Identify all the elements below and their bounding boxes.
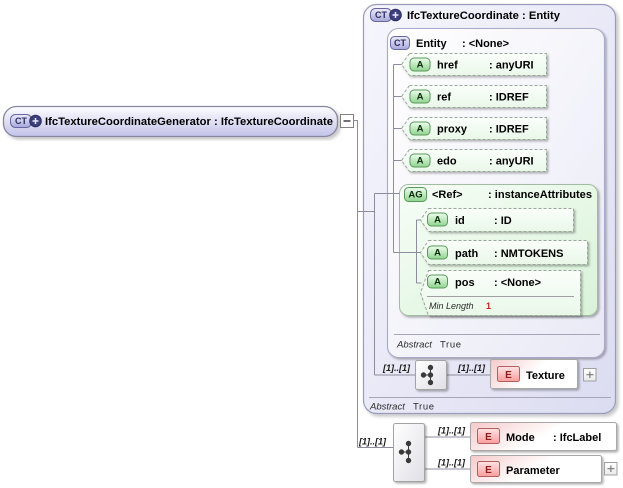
attribute-icon-label: A (417, 124, 424, 135)
attribute-type: : IDREF (489, 124, 529, 136)
attribute-group-icon-label: AG (408, 190, 422, 201)
seq-dot (398, 449, 405, 455)
attribute-name: proxy (437, 124, 468, 136)
facet-value: 1 (486, 301, 491, 311)
attribute-type: : anyURI (489, 156, 534, 168)
attribute-icon-label: A (434, 248, 441, 259)
attribute-icon-label: A (417, 60, 424, 71)
element-parameter[interactable]: E Parameter (470, 455, 602, 483)
expand-button-parameter[interactable] (604, 462, 618, 476)
base-type-name: Entity (416, 38, 447, 50)
facet-label: Abstract (396, 340, 432, 351)
seq-dot (427, 372, 434, 378)
element-icon-label: E (505, 370, 512, 381)
type-abstract-facet: Abstract True (369, 402, 435, 413)
attribute-icon-label: A (417, 156, 424, 167)
attribute-group-name: <Ref> (432, 189, 463, 201)
content-cardinality: [1]..[1] (358, 437, 387, 447)
attribute-icon-label: A (417, 92, 424, 103)
ct-icon-label: CT (15, 116, 27, 126)
sequence-compositor[interactable] (415, 360, 447, 390)
complex-type-plus-icon: CT (10, 114, 42, 128)
element-mode[interactable]: E Mode : IfcLabel (470, 422, 617, 451)
attribute-icon-label: A (434, 215, 441, 226)
attribute-type: : ID (494, 215, 512, 227)
element-name: Parameter (506, 465, 561, 477)
expand-button-texture[interactable] (583, 368, 597, 382)
attribute-name: edo (437, 156, 457, 168)
ct-icon-label: CT (394, 38, 406, 48)
seq-dot (420, 372, 427, 378)
attribute-href[interactable]: A href : anyURI (400, 53, 547, 76)
element-name: Texture (526, 370, 565, 382)
mode-cardinality: [1]..[1] (437, 426, 466, 436)
element-name: Mode (506, 432, 535, 444)
attribute-name: pos (455, 277, 475, 289)
parameter-cardinality: [1]..[1] (437, 458, 466, 468)
texture-cardinality: [1]..[1] (457, 363, 486, 373)
seq-dot (427, 379, 434, 386)
seq-dot (427, 364, 434, 371)
xsd-diagram: CT IfcTextureCoordinateGenerator : IfcTe… (2, 3, 618, 483)
element-type: : IfcLabel (553, 432, 601, 444)
attribute-proxy[interactable]: A proxy : IDREF (400, 117, 547, 140)
sequence-cardinality: [1]..[1] (382, 363, 411, 373)
attribute-pos[interactable]: A pos : <None> Min Length 1 (419, 270, 581, 316)
seq-dot (405, 457, 412, 464)
facet-label: Min Length (429, 301, 474, 311)
main-tree-line (353, 120, 358, 448)
content-sequence-compositor[interactable] (393, 423, 425, 482)
element-icon-label: E (485, 432, 492, 443)
collapse-button[interactable] (340, 114, 354, 128)
attribute-ref[interactable]: A ref : IDREF (400, 85, 547, 108)
facet-label: Abstract (369, 402, 405, 413)
attribute-name: href (437, 60, 458, 72)
attribute-name: ref (437, 92, 451, 104)
complex-type-plus-icon: CT (370, 8, 402, 22)
attribute-edo[interactable]: A edo : anyURI (400, 149, 547, 172)
attribute-name: path (455, 248, 479, 260)
attribute-path[interactable]: A path : NMTOKENS (419, 240, 588, 265)
attribute-type: : anyURI (489, 60, 534, 72)
main-element-label: IfcTextureCoordinateGenerator : IfcTextu… (45, 116, 333, 128)
attribute-group-type: : instanceAttributes (488, 189, 592, 201)
facet-value: True (440, 340, 462, 351)
attribute-type: : IDREF (489, 92, 529, 104)
ct-icon-label: CT (375, 10, 387, 20)
seq-dot (405, 449, 412, 455)
type-box-title: IfcTextureCoordinate : Entity (407, 10, 561, 22)
attribute-group-header: AG <Ref> : instanceAttributes (404, 187, 592, 202)
facet-value: True (413, 402, 435, 413)
attribute-id[interactable]: A id : ID (419, 208, 574, 232)
element-icon-label: E (485, 465, 492, 476)
attribute-type: : NMTOKENS (494, 248, 563, 260)
entity-abstract-facet: Abstract True (396, 340, 462, 351)
attribute-type: : <None> (494, 277, 541, 289)
main-element-box[interactable]: CT IfcTextureCoordinateGenerator : IfcTe… (2, 105, 339, 138)
element-texture[interactable]: E Texture (490, 359, 578, 389)
attribute-icon-label: A (434, 277, 441, 288)
type-box-header: CT IfcTextureCoordinate : Entity (370, 8, 561, 22)
base-type-type: : <None> (462, 38, 509, 50)
xsd-diagram-canvas: CT IfcTextureCoordinateGenerator : IfcTe… (0, 0, 623, 488)
seq-dot (405, 440, 412, 447)
attribute-name: id (455, 215, 465, 227)
